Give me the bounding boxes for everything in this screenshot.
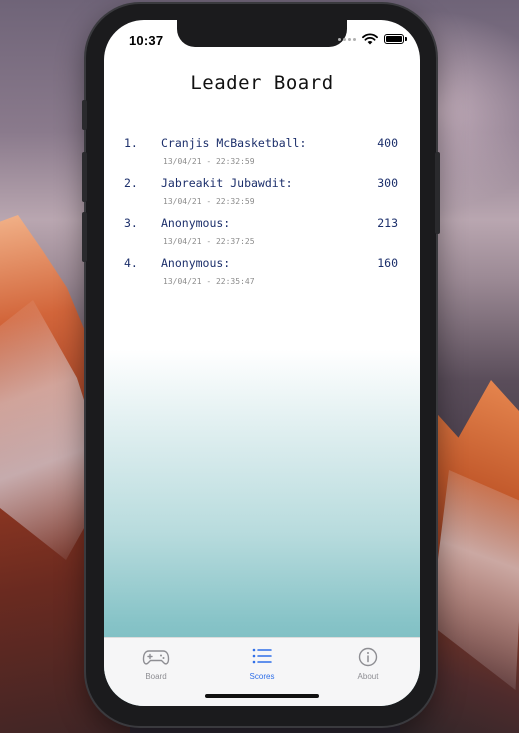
tab-scores-label: Scores	[249, 672, 275, 681]
score-value: 400	[377, 136, 398, 150]
score-timestamp: 13/04/21 - 22:35:47	[163, 277, 255, 286]
signal-icon	[338, 37, 356, 41]
score-value: 300	[377, 176, 398, 190]
status-time: 10:37	[129, 33, 164, 48]
player-name: Anonymous:	[161, 256, 231, 270]
list-item: 1. Cranjis McBasketball: 400 13/04/21 - …	[124, 136, 400, 176]
list-item: 2. Jabreakit Jubawdit: 300 13/04/21 - 22…	[124, 176, 400, 216]
rank-label: 2.	[124, 176, 138, 190]
power-button	[435, 152, 440, 234]
tab-scores[interactable]: Scores	[222, 646, 302, 681]
status-indicators	[338, 33, 407, 45]
battery-icon	[384, 34, 407, 44]
score-timestamp: 13/04/21 - 22:37:25	[163, 237, 255, 246]
mute-switch	[82, 100, 87, 130]
page-title: Leader Board	[190, 72, 334, 94]
player-name: Anonymous:	[161, 216, 231, 230]
rank-label: 1.	[124, 136, 138, 150]
volume-up-button	[82, 152, 87, 202]
rank-label: 4.	[124, 256, 138, 270]
home-indicator[interactable]	[205, 694, 319, 698]
tab-board[interactable]: Board	[116, 646, 196, 681]
tab-about[interactable]: About	[328, 646, 408, 681]
tab-board-label: Board	[145, 672, 167, 681]
score-timestamp: 13/04/21 - 22:32:59	[163, 197, 255, 206]
scores-list: 1. Cranjis McBasketball: 400 13/04/21 - …	[124, 136, 400, 296]
list-item: 3. Anonymous: 213 13/04/21 - 22:37:25	[124, 216, 400, 256]
wifi-icon	[362, 33, 378, 45]
rank-label: 3.	[124, 216, 138, 230]
score-value: 160	[377, 256, 398, 270]
notch	[177, 20, 347, 47]
list-icon	[252, 648, 272, 664]
info-icon	[358, 647, 378, 667]
app-screen: 10:37 Leader Board 1. Cranjis McBasketba…	[104, 20, 420, 706]
list-item: 4. Anonymous: 160 13/04/21 - 22:35:47	[124, 256, 400, 296]
gamepad-icon	[142, 650, 170, 665]
score-value: 213	[377, 216, 398, 230]
player-name: Jabreakit Jubawdit:	[161, 176, 293, 190]
tab-bar: Board Scores About	[104, 637, 420, 706]
score-timestamp: 13/04/21 - 22:32:59	[163, 157, 255, 166]
tab-about-label: About	[357, 672, 379, 681]
player-name: Cranjis McBasketball:	[161, 136, 307, 150]
volume-down-button	[82, 212, 87, 262]
